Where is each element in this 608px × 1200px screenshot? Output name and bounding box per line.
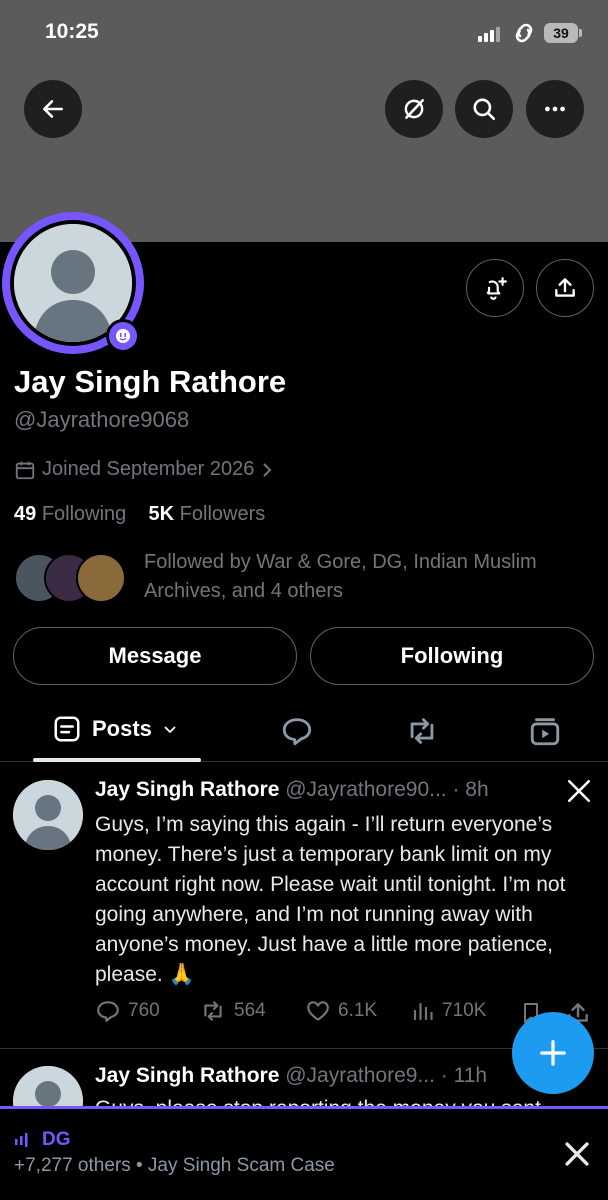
chevron-right-icon — [263, 462, 272, 477]
repost-icon — [204, 1001, 222, 1021]
reply-count: 760 — [128, 1000, 160, 1021]
tab-reposts-icon[interactable] — [405, 714, 439, 748]
reply-button[interactable]: 760 — [95, 998, 160, 1024]
post-author-handle-time: @Jayrathore9... · 11h — [285, 1064, 488, 1087]
followed-by-avatars[interactable] — [14, 553, 134, 605]
share-profile-button[interactable] — [536, 259, 594, 317]
following-label: Following — [41, 503, 127, 525]
followers-label: Followers — [179, 503, 266, 525]
post-author-handle-time: @Jayrathore90... · 8h — [285, 778, 489, 801]
compose-post-button[interactable] — [512, 1012, 594, 1094]
chevron-down-icon — [164, 726, 176, 734]
active-tab-indicator — [33, 758, 201, 762]
views-button[interactable]: 710K — [411, 998, 486, 1024]
following-count: 49 — [14, 503, 37, 525]
follow-counts: 49 Following 5K Followers — [14, 503, 265, 526]
spaces-host: DG — [14, 1129, 71, 1151]
back-button[interactable] — [24, 80, 82, 138]
post-header[interactable]: Jay Singh Rathore @Jayrathore9... · 11h — [95, 1064, 487, 1088]
status-time: 10:25 — [45, 20, 99, 43]
x-logo-icon[interactable] — [566, 778, 592, 804]
spaces-subtitle: +7,277 others • Jay Singh Scam Case — [14, 1155, 335, 1176]
joined-date: Joined September 2026 — [42, 458, 255, 480]
spaces-dock[interactable]: DG +7,277 others • Jay Singh Scam Case — [0, 1106, 608, 1200]
bell-plus-icon — [486, 277, 507, 300]
spaces-host-name: DG — [42, 1129, 71, 1150]
views-count: 710K — [442, 1000, 487, 1021]
battery-cap — [579, 29, 582, 37]
tab-posts[interactable]: Posts — [52, 714, 178, 744]
tab-media-icon[interactable] — [528, 714, 562, 748]
post-header[interactable]: Jay Singh Rathore @Jayrathore90... · 8h — [95, 778, 489, 802]
battery-indicator: 39 — [544, 23, 578, 43]
views-icon — [413, 1002, 433, 1021]
notify-button[interactable] — [466, 259, 524, 317]
follower-avatar — [76, 553, 126, 603]
post-author-avatar[interactable] — [13, 780, 83, 850]
search-icon — [473, 98, 496, 121]
grok-icon — [404, 99, 424, 119]
calendar-icon — [15, 461, 35, 479]
search-button[interactable] — [455, 80, 513, 138]
post-author-name: Jay Singh Rathore — [95, 778, 280, 801]
followers-count: 5K — [148, 503, 175, 525]
more-icon — [545, 106, 565, 112]
audio-bars-icon — [15, 1133, 28, 1147]
repost-count: 564 — [234, 1000, 266, 1021]
posts-icon — [54, 716, 80, 742]
post-author-name: Jay Singh Rathore — [95, 1064, 280, 1087]
more-options-button[interactable] — [526, 80, 584, 138]
message-button[interactable]: Message — [13, 627, 297, 685]
heart-icon — [307, 1001, 329, 1021]
plus-icon — [540, 1040, 566, 1066]
default-avatar-icon — [13, 780, 83, 850]
share-icon — [555, 278, 575, 297]
post-body: Guys, I’m saying this again - I’ll retur… — [95, 813, 566, 986]
like-button[interactable]: 6.1K — [305, 998, 377, 1024]
close-icon[interactable] — [560, 1137, 594, 1171]
status-bar: 10:25 39 — [0, 0, 608, 70]
personal-hotspot-icon — [515, 23, 533, 43]
tab-replies-icon[interactable] — [280, 714, 314, 748]
profile-name: Jay Singh Rathore — [14, 364, 287, 399]
tab-posts-label: Posts — [92, 716, 152, 741]
cellular-signal-icon — [478, 26, 502, 42]
profile-handle: @Jayrathore9068 — [14, 407, 190, 432]
grok-button[interactable] — [385, 80, 443, 138]
joined-date-row[interactable]: Joined September 2026 — [14, 458, 274, 481]
following-button[interactable]: Following — [310, 627, 594, 685]
back-arrow-icon — [43, 100, 63, 118]
following-link[interactable]: 49 Following — [14, 503, 126, 525]
followed-by-text[interactable]: Followed by War & Gore, DG, Indian Musli… — [144, 548, 584, 606]
spaces-face-icon — [116, 329, 130, 343]
spaces-live-badge — [106, 319, 140, 353]
profile-tabs: Posts — [0, 700, 608, 762]
reply-icon — [97, 1001, 119, 1022]
followers-link[interactable]: 5K Followers — [149, 503, 266, 525]
like-count: 6.1K — [338, 1000, 378, 1021]
repost-button[interactable]: 564 — [199, 998, 266, 1024]
